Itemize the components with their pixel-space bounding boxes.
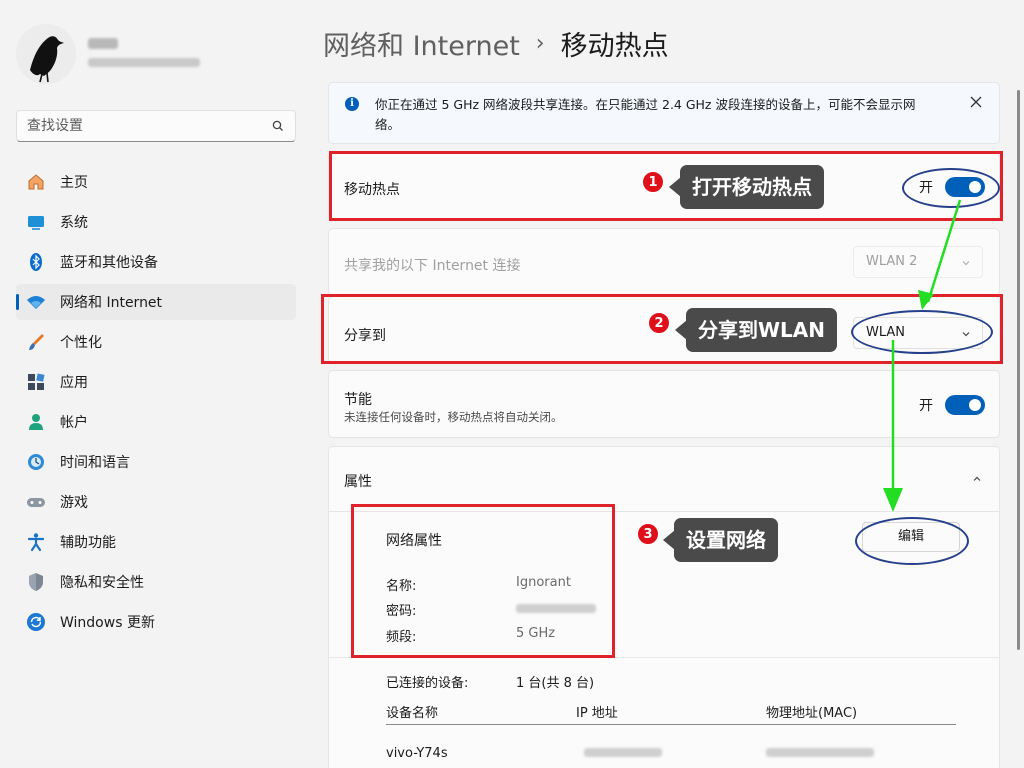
search-box[interactable] [16,110,296,142]
sidebar-item-time-language[interactable]: 时间和语言 [16,444,296,480]
page-title: 移动热点 [560,31,669,62]
sidebar-item-label: Windows 更新 [60,615,155,631]
share-from-row: 共享我的以下 Internet 连接 WLAN 2 [328,228,1000,296]
sidebar-item-label: 网络和 Internet [60,295,163,311]
sidebar-item-accessibility[interactable]: 辅助功能 [16,524,296,560]
sidebar-item-label: 主页 [60,175,88,191]
sidebar-item-windows-update[interactable]: Windows 更新 [16,604,296,640]
properties-title: 属性 [344,474,372,490]
sidebar-item-label: 隐私和安全性 [60,575,144,591]
chevron-down-icon [962,261,970,266]
step3-callout: 设置网络 [663,518,778,562]
power-saving-toggle-group: 开 [919,395,985,415]
home-icon [26,172,46,192]
sidebar-item-label: 时间和语言 [60,455,130,471]
info-icon: i [345,97,359,111]
sidebar-item-label: 帐户 [60,415,88,431]
avatar[interactable] [16,24,76,84]
device-mac-blurred [766,748,874,757]
step1-callout: 打开移动热点 [669,165,824,209]
sidebar-nav: 主页 系统 蓝牙和其他设备 网络和 Internet 个性化 应用 帐户 时间和… [16,164,296,644]
select-highlight-ellipse [851,310,993,354]
sidebar-item-bluetooth[interactable]: 蓝牙和其他设备 [16,244,296,280]
crow-avatar-image [16,24,76,84]
breadcrumb: 网络和 Internet › 移动热点 [323,24,669,63]
brush-icon [26,332,46,352]
system-icon [26,212,46,232]
power-saving-toggle-state: 开 [919,398,933,414]
scrollbar-thumb[interactable] [1017,90,1020,650]
sidebar-item-label: 辅助功能 [60,535,116,551]
share-from-select[interactable]: WLAN 2 [853,246,983,278]
sidebar-item-label: 蓝牙和其他设备 [60,255,158,271]
step1-badge: 1 [642,171,664,193]
info-bar: i 你正在通过 5 GHz 网络波段共享连接。在只能通过 2.4 GHz 波段连… [328,82,1000,144]
sidebar-item-personalization[interactable]: 个性化 [16,324,296,360]
sidebar-item-label: 应用 [60,375,88,391]
sidebar-item-gaming[interactable]: 游戏 [16,484,296,520]
col-mac-address: 物理地址(MAC) [766,706,858,721]
device-ip-blurred [584,748,662,757]
col-device-name: 设备名称 [386,706,439,721]
shield-icon [26,572,46,592]
search-icon[interactable] [271,119,285,133]
power-saving-toggle[interactable] [945,395,985,415]
connected-devices-label: 已连接的设备: [386,676,469,691]
close-icon[interactable] [969,95,983,109]
properties-header[interactable]: 属性 [328,446,1000,512]
sidebar-item-apps[interactable]: 应用 [16,364,296,400]
user-email-blurred [88,58,200,67]
search-input[interactable] [27,111,267,141]
table-header-divider [386,724,956,725]
power-saving-title: 节能 [344,392,372,408]
device-name-cell: vivo-Y74s [386,746,448,761]
sidebar-item-privacy[interactable]: 隐私和安全性 [16,564,296,600]
account-icon [26,412,46,432]
sidebar-item-system[interactable]: 系统 [16,204,296,240]
step3-highlight-box [351,504,615,658]
sidebar-item-home[interactable]: 主页 [16,164,296,200]
chevron-up-icon[interactable] [971,473,983,485]
power-saving-subtitle: 未连接任何设备时，移动热点将自动关闭。 [344,410,563,424]
wifi-icon [26,292,46,312]
user-name-blurred [88,38,118,49]
time-language-icon [26,452,46,472]
update-icon [26,612,46,632]
accessibility-icon [26,532,46,552]
step2-badge: 2 [648,312,670,334]
sidebar-item-label: 个性化 [60,335,102,351]
step3-badge: 3 [637,523,659,545]
step2-callout: 分享到WLAN [674,308,838,352]
connected-devices-count: 1 台(共 8 台) [516,676,595,691]
apps-icon [26,372,46,392]
edit-highlight-ellipse [855,517,969,565]
power-saving-row: 节能 未连接任何设备时，移动热点将自动关闭。 开 [328,370,1000,438]
share-from-value: WLAN 2 [866,254,918,269]
breadcrumb-parent[interactable]: 网络和 Internet [323,24,520,63]
sidebar-item-label: 系统 [60,215,88,231]
toggle-highlight-ellipse [902,168,1000,208]
info-text: 你正在通过 5 GHz 网络波段共享连接。在只能通过 2.4 GHz 波段连接的… [375,97,916,132]
gamepad-icon [26,492,46,512]
sidebar-item-accounts[interactable]: 帐户 [16,404,296,440]
col-ip-address: IP 地址 [576,706,618,721]
sidebar-item-label: 游戏 [60,495,88,511]
breadcrumb-separator-icon: › [535,31,545,56]
bluetooth-icon [26,252,46,272]
share-from-title: 共享我的以下 Internet 连接 [344,258,521,274]
sidebar-item-network[interactable]: 网络和 Internet [16,284,296,320]
